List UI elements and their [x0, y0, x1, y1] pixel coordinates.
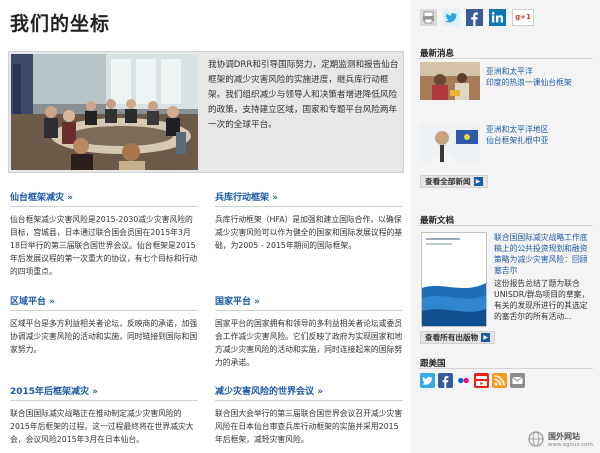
arrow-right-icon: ▶: [481, 333, 491, 342]
feature-box: 我协调DRR和引导国际努力，定期监测和报告仙台框架的减少灾害风险的实施进度，继兵…: [8, 51, 404, 173]
share-toolbar: g+1: [420, 9, 534, 26]
view-all-news-label: 查看全部新闻: [425, 176, 471, 186]
view-all-publications-label: 查看所有出版物: [425, 332, 479, 342]
conference-photo: [11, 54, 198, 170]
section-title-sendai[interactable]: 仙台框架减灾 »: [10, 193, 73, 203]
section-title-post2015[interactable]: 2015年后框架减灾 »: [10, 387, 98, 397]
section-text-hyogo: 兵库行动框架（HFA）是加强和建立国际合作，以确保减少灾害风险可以作为健全的国家…: [215, 215, 403, 250]
watermark-url: www.egouz.com: [548, 442, 593, 448]
feature-text: 我协调DRR和引导国际努力，定期监测和报告仙台框架的减少灾害风险的实施进度，继兵…: [208, 60, 399, 130]
rss-icon[interactable]: [492, 373, 507, 388]
google-plus-icon[interactable]: g+1: [512, 9, 534, 26]
divider: [215, 206, 403, 207]
watermark-logo: 国外网站 www.egouz.com: [528, 431, 596, 451]
section-text-national: 国家平台的国家拥有和领导的多利益相关者论坛或委员会工作减少灾害风险。它们反映了政…: [215, 319, 403, 367]
document-cover[interactable]: [421, 232, 487, 327]
facebook-icon[interactable]: [466, 9, 483, 26]
view-all-publications-button[interactable]: 查看所有出版物 ▶: [420, 331, 496, 344]
section-hyogo: 兵库行动框架 » 兵库行动框架（HFA）是加强和建立国际合作，以确保减少灾害风险…: [215, 185, 403, 252]
section-title-hyogo[interactable]: 兵库行动框架 »: [215, 193, 278, 203]
section-text-post2015: 联合国国际减灾战略正在推动制定减少灾害风险的2015年后框架的过程。这一过程最终…: [10, 409, 194, 444]
arrow-right-icon: ▶: [473, 177, 483, 186]
divider: [418, 225, 593, 226]
news-region: 亚洲和太平洋地区: [486, 125, 549, 134]
divider: [10, 400, 198, 401]
print-icon[interactable]: [420, 9, 437, 26]
section-sendai: 仙台框架减灾 » 仙台框架减少灾害风险是2015-2030减少灾害风险的目标，宫…: [10, 185, 198, 278]
news-title[interactable]: 印度的热浪一课仙台框架: [486, 77, 594, 88]
section-text-regional: 区域平台是多方利益相关者论坛，反映商的承诺，加强协调减少灾害风险的活动和实施，同…: [10, 319, 198, 354]
divider: [10, 206, 198, 207]
news-thumb-2[interactable]: [420, 124, 480, 162]
section-title-national[interactable]: 国家平台 »: [215, 297, 260, 307]
news-thumb-1[interactable]: [420, 62, 480, 100]
view-all-news-button[interactable]: 查看全部新闻 ▶: [420, 175, 488, 188]
flickr-icon[interactable]: [456, 373, 471, 388]
page-title: 我们的坐标: [10, 13, 111, 35]
news-title[interactable]: 仙台框架扎根中亚: [486, 135, 594, 146]
news-item-2[interactable]: 亚洲和太平洋地区 仙台框架扎根中亚: [486, 124, 594, 146]
section-text-sendai: 仙台框架减少灾害风险是2015-2030减少灾害风险的目标，宫城县，日本通过联合…: [10, 215, 198, 276]
news-region: 亚洲和太平洋: [486, 67, 533, 76]
section-text-world-conference: 联合国大会举行的第三届联合国世界会议召开减少灾害风险在日本仙台审查兵库行动框架的…: [215, 409, 403, 444]
section-regional: 区域平台 » 区域平台是多方利益相关者论坛，反映商的承诺，加强协调减少灾害风险的…: [10, 289, 198, 356]
twitter-icon[interactable]: [420, 373, 435, 388]
divider: [215, 310, 403, 311]
divider: [418, 368, 593, 369]
document-description: 这份报告总结了题为联合UNISDR/群岛项目的草案，有关的发现所进行的其选定的塞…: [494, 279, 590, 321]
divider: [215, 400, 403, 401]
watermark-text: 国外网站: [548, 432, 580, 441]
divider: [418, 58, 593, 59]
email-icon[interactable]: [510, 373, 525, 388]
follow-icons: [420, 373, 525, 388]
section-title-regional[interactable]: 区域平台 »: [10, 297, 55, 307]
section-title-world-conference[interactable]: 减少灾害风险的世界会议 »: [215, 387, 323, 397]
divider: [10, 310, 198, 311]
twitter-icon[interactable]: [443, 9, 460, 26]
document-title[interactable]: 联合国国际减灾战略工作底稿上的公共投资规划和融资策略为减少灾害风险：回顾塞吉尔: [494, 232, 594, 276]
section-national: 国家平台 » 国家平台的国家拥有和领导的多利益相关者论坛或委员会工作减少灾害风险…: [215, 289, 403, 369]
linkedin-icon[interactable]: [489, 9, 506, 26]
youtube-icon[interactable]: [474, 373, 489, 388]
section-post2015: 2015年后框架减灾 » 联合国国际减灾战略正在推动制定减少灾害风险的2015年…: [10, 379, 198, 446]
facebook-icon[interactable]: [438, 373, 453, 388]
news-item-1[interactable]: 亚洲和太平洋 印度的热浪一课仙台框架: [486, 66, 594, 88]
section-world-conference: 减少灾害风险的世界会议 » 联合国大会举行的第三届联合国世界会议召开减少灾害风险…: [215, 379, 403, 446]
